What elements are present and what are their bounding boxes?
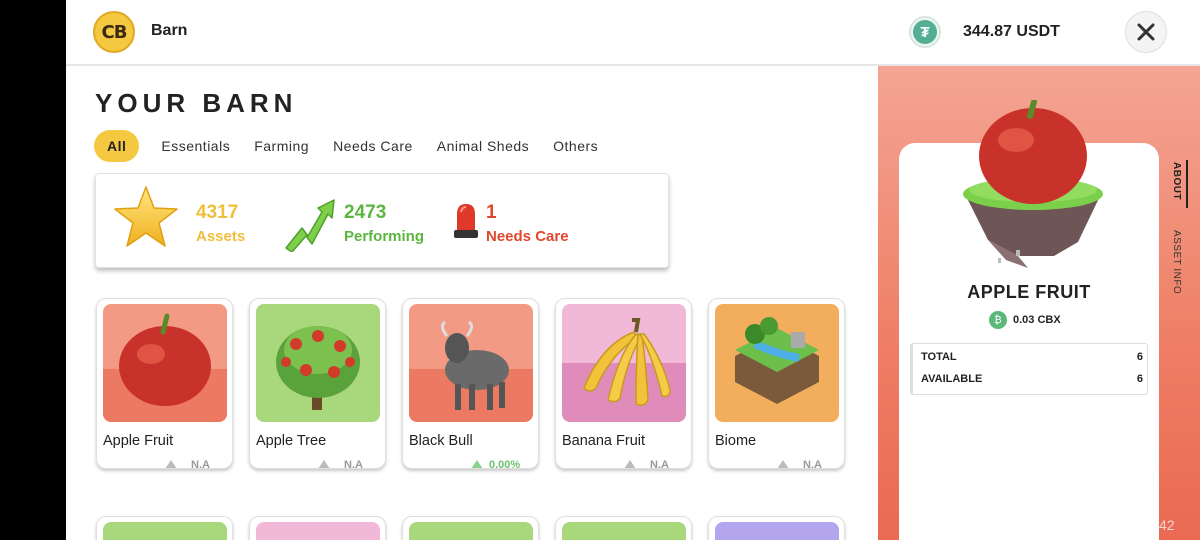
asset-detail-panel: APPLE FRUIT ₿ 0.03 CBX TOTAL 6 AVAILABLE…: [878, 66, 1200, 540]
tab-asset-info-label: ASSET INFO: [1171, 230, 1182, 295]
asset-name: Apple Tree: [256, 433, 327, 449]
detail-row-label: AVAILABLE: [921, 373, 983, 385]
asset-change: N.A: [803, 459, 822, 469]
tab-animal-sheds[interactable]: Animal Sheds: [425, 130, 541, 162]
asset-change: N.A: [191, 459, 210, 469]
asset-card-partial[interactable]: [555, 516, 692, 540]
trend-neutral-icon: [624, 460, 636, 468]
asset-card-apple-tree[interactable]: Apple Tree N.A: [249, 298, 386, 469]
stat-needs-care[interactable]: 1 Needs Care: [446, 174, 626, 267]
tether-icon: ₮: [909, 16, 941, 48]
detail-row-value: 6: [1136, 351, 1143, 363]
asset-card-partial[interactable]: [402, 516, 539, 540]
biome-image: [715, 304, 839, 422]
trend-up-icon: [285, 199, 335, 252]
needs-care-label: Needs Care: [486, 228, 569, 245]
detail-price: 0.03 CBX: [1013, 314, 1061, 326]
tab-all[interactable]: All: [94, 130, 140, 162]
stat-performing[interactable]: 2473 Performing: [276, 174, 446, 267]
detail-row-total: TOTAL 6: [921, 351, 1143, 363]
performing-count: 2473: [344, 202, 387, 223]
trend-neutral-icon: [777, 460, 789, 468]
category-tabs: All Essentials Farming Needs Care Animal…: [94, 130, 610, 162]
black-bull-image: [409, 304, 533, 422]
asset-change: N.A: [344, 459, 363, 469]
asset-name: Banana Fruit: [562, 433, 646, 449]
asset-image: [715, 522, 839, 540]
trend-up-icon: [471, 460, 483, 468]
close-button[interactable]: [1125, 11, 1167, 53]
assets-label: Assets: [196, 228, 246, 245]
tab-about-label: ABOUT: [1171, 162, 1182, 201]
asset-card-partial[interactable]: [708, 516, 845, 540]
banana-fruit-image: [562, 304, 686, 422]
detail-asset-name: APPLE FRUIT: [967, 282, 1091, 302]
asset-card-apple-fruit[interactable]: Apple Fruit N.A: [96, 298, 233, 469]
asset-change: 0.00%: [489, 459, 521, 469]
top-bar: CB Barn ₮ 344.87 USDT: [66, 0, 1200, 66]
corner-number: 42: [1159, 517, 1175, 533]
page-title: YOUR BARN: [95, 88, 298, 118]
siren-icon: [454, 204, 478, 238]
asset-name: Apple Fruit: [103, 433, 174, 449]
apple-fruit-hero-image: [963, 100, 1103, 268]
active-tab-indicator: [1186, 160, 1188, 208]
tab-essentials[interactable]: Essentials: [149, 130, 242, 162]
stat-assets[interactable]: 4317 Assets: [96, 174, 256, 267]
apple-fruit-image: [103, 304, 227, 422]
app-logo[interactable]: CB: [93, 11, 135, 53]
cbx-coin-icon: ₿: [989, 311, 1007, 329]
performing-label: Performing: [344, 228, 425, 245]
tab-farming[interactable]: Farming: [242, 130, 321, 162]
barn-app: CB Barn ₮ 344.87 USDT YOUR BARN All Esse…: [66, 0, 1200, 540]
detail-row-value: 6: [1136, 373, 1143, 385]
asset-change: N.A: [650, 459, 669, 469]
needs-care-count: 1: [486, 202, 497, 223]
apple-tree-image: [256, 304, 380, 422]
detail-row-label: TOTAL: [921, 351, 957, 363]
asset-image: [562, 522, 686, 540]
tab-others[interactable]: Others: [541, 130, 610, 162]
asset-image: [256, 522, 380, 540]
asset-card-banana-fruit[interactable]: Banana Fruit N.A: [555, 298, 692, 469]
asset-image: [409, 522, 533, 540]
app-name: Barn: [151, 22, 188, 39]
trend-neutral-icon: [165, 460, 177, 468]
wallet-balance: 344.87 USDT: [963, 23, 1060, 40]
detail-stats-table: TOTAL 6 AVAILABLE 6: [910, 343, 1148, 395]
detail-row-available: AVAILABLE 6: [921, 373, 1143, 385]
trend-neutral-icon: [318, 460, 330, 468]
asset-name: Biome: [715, 433, 757, 449]
detail-tab-about[interactable]: ABOUT: [1170, 160, 1190, 212]
barn-summary: 4317 Assets 2473 Performing 1 Needs Care: [95, 173, 669, 268]
star-icon: [114, 186, 178, 247]
detail-price-row: ₿ 0.03 CBX: [989, 310, 1061, 330]
asset-image: [103, 522, 227, 540]
asset-card-biome[interactable]: Biome N.A: [708, 298, 845, 469]
close-icon: [1137, 23, 1155, 41]
asset-name: Black Bull: [409, 433, 473, 449]
asset-card-partial[interactable]: [249, 516, 386, 540]
asset-card-partial[interactable]: [96, 516, 233, 540]
assets-count: 4317: [196, 202, 239, 223]
tab-needs-care[interactable]: Needs Care: [321, 130, 425, 162]
asset-card-black-bull[interactable]: Black Bull 0.00%: [402, 298, 539, 469]
detail-tab-asset-info[interactable]: ASSET INFO: [1170, 230, 1190, 300]
